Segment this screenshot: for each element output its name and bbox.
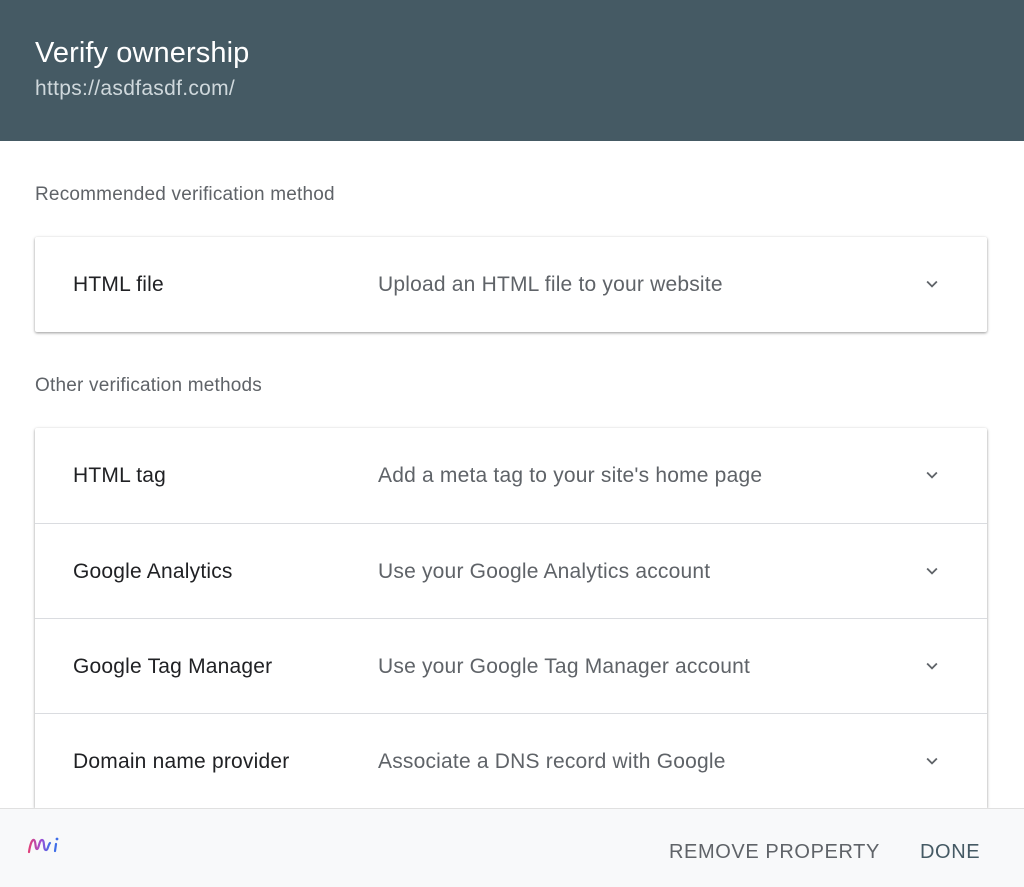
chevron-down-icon[interactable] (921, 560, 943, 582)
method-name: Google Tag Manager (73, 655, 273, 678)
other-methods-card: HTML tag Add a meta tag to your site's h… (35, 428, 987, 808)
mi-logo-icon (27, 837, 59, 854)
chevron-down-icon[interactable] (921, 273, 943, 295)
recommended-section-label: Recommended verification method (35, 184, 335, 205)
recommended-methods-card: HTML file Upload an HTML file to your we… (35, 237, 987, 332)
method-description: Upload an HTML file to your website (378, 273, 723, 296)
dialog-header: Verify ownership https://asdfasdf.com/ (0, 0, 1024, 141)
method-html-file[interactable]: HTML file Upload an HTML file to your we… (35, 237, 987, 332)
method-description: Add a meta tag to your site's home page (378, 464, 763, 487)
method-description: Use your Google Analytics account (378, 560, 711, 583)
verify-ownership-dialog: Verify ownership https://asdfasdf.com/ R… (0, 0, 1024, 887)
method-name: Google Analytics (73, 560, 233, 583)
property-url: https://asdfasdf.com/ (35, 77, 236, 100)
chevron-down-icon[interactable] (921, 464, 943, 486)
method-description: Associate a DNS record with Google (378, 750, 726, 773)
method-google-tag-manager[interactable]: Google Tag Manager Use your Google Tag M… (35, 618, 987, 713)
dialog-footer: REMOVE PROPERTY DONE (0, 808, 1024, 887)
method-google-analytics[interactable]: Google Analytics Use your Google Analyti… (35, 523, 987, 618)
chevron-down-icon[interactable] (921, 655, 943, 677)
other-section-label: Other verification methods (35, 375, 262, 396)
dialog-title: Verify ownership (35, 37, 250, 69)
chevron-down-icon[interactable] (921, 750, 943, 772)
method-description: Use your Google Tag Manager account (378, 655, 750, 678)
method-html-tag[interactable]: HTML tag Add a meta tag to your site's h… (35, 428, 987, 523)
method-name: HTML tag (73, 464, 167, 487)
remove-property-button[interactable]: REMOVE PROPERTY (669, 809, 880, 887)
method-name: HTML file (73, 273, 164, 296)
method-name: Domain name provider (73, 750, 290, 773)
method-domain-name-provider[interactable]: Domain name provider Associate a DNS rec… (35, 713, 987, 808)
done-button[interactable]: DONE (920, 809, 980, 887)
